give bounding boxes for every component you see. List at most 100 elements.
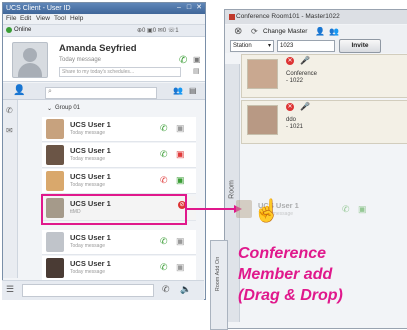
- device-icon[interactable]: ▣: [176, 123, 185, 134]
- add-panel-label: Room Add On: [215, 256, 221, 292]
- conference-title: Conference Room101 - Master1022: [236, 13, 340, 20]
- profile-note-input[interactable]: Share to my today's schedules...: [59, 67, 181, 77]
- bottom-toolbar: ☰ ✆ 🔈: [2, 280, 204, 300]
- contact-message: Today message: [70, 130, 106, 136]
- member-photo: [247, 59, 278, 89]
- phone-icon[interactable]: ✆: [160, 149, 168, 160]
- menu-tool[interactable]: Tool: [54, 15, 66, 22]
- phone-icon[interactable]: ✆: [160, 236, 168, 247]
- station-number-input[interactable]: 1023: [277, 40, 335, 52]
- volume-icon[interactable]: 🔈: [180, 284, 191, 295]
- users-icon[interactable]: 👥: [329, 27, 339, 36]
- list-item[interactable]: UCS User 1 Today message ✆ ▣: [42, 169, 196, 194]
- phone-icon[interactable]: ✆: [160, 262, 168, 273]
- profile-panel: Amanda Seyfried Today message Share to m…: [3, 37, 205, 82]
- search-input[interactable]: ⌕: [45, 87, 157, 99]
- calendar-icon[interactable]: ▤: [193, 67, 200, 75]
- station-select[interactable]: Station ▾: [230, 40, 274, 52]
- menu-help[interactable]: Help: [70, 15, 83, 22]
- phone-tab-icon[interactable]: ✆: [6, 106, 13, 115]
- menu-icon[interactable]: ☰: [6, 284, 14, 295]
- change-master-button[interactable]: Change Master: [263, 28, 307, 35]
- caption-line-1: Conference: [238, 245, 327, 262]
- avatar: [46, 258, 64, 278]
- chat-tab-icon[interactable]: ✉: [6, 126, 13, 135]
- member-name: Conference: [286, 71, 318, 77]
- conference-toolbar: ⊗ ⟳ Change Master 👤 👥: [225, 25, 407, 39]
- user-icon[interactable]: 👤: [315, 27, 325, 36]
- member-ext: - 1022: [286, 78, 304, 84]
- contact-message: Today message: [70, 269, 106, 275]
- invite-button[interactable]: Invite: [339, 39, 381, 53]
- status-row: Online ⊕0 ▣0 ✉0 ☏1: [3, 25, 205, 37]
- menu-bar: File Edit View Tool Help: [3, 14, 205, 25]
- client-title: UCS Client - User ID: [6, 5, 71, 12]
- mute-icon[interactable]: 🎤: [300, 102, 310, 111]
- contact-message: Today message: [70, 182, 106, 188]
- phone-icon[interactable]: ✆: [179, 55, 187, 66]
- contact-name: UCS User 1: [70, 172, 111, 181]
- list-item[interactable]: UCS User 1 Today message ✆ ▣: [42, 143, 196, 168]
- device-icon[interactable]: ▣: [176, 262, 185, 273]
- remove-member-icon[interactable]: ✕: [286, 103, 294, 111]
- member-card[interactable]: ✕ 🎤 ddo - 1021: [241, 100, 407, 144]
- avatar: [46, 145, 64, 165]
- avatar: [46, 232, 64, 252]
- call-icon[interactable]: ✆: [162, 284, 170, 295]
- caption-line-3: (Drag & Drop): [238, 287, 343, 304]
- chevron-down-icon: ⌄: [47, 106, 53, 112]
- member-ext: - 1021: [286, 124, 304, 130]
- member-card[interactable]: ✕ 🎤 Conference - 1022: [241, 54, 407, 98]
- search-icon: ⌕: [48, 88, 52, 95]
- mute-icon[interactable]: 🎤: [300, 56, 310, 65]
- contact-name: UCS User 1: [70, 120, 111, 129]
- remove-member-icon[interactable]: ✕: [286, 57, 294, 65]
- member-photo: [247, 105, 278, 135]
- phone-icon: ✆: [342, 204, 350, 214]
- member-name: ddo: [286, 117, 297, 123]
- station-bar: Station ▾ 1023 Invite: [225, 39, 407, 53]
- list-item[interactable]: UCS User 1 Today message ✆ ▣: [42, 230, 196, 255]
- avatar: [236, 200, 252, 218]
- left-rail: ✆ ✉: [3, 100, 18, 278]
- group-header[interactable]: ⌄ Group 01: [19, 103, 203, 113]
- contact-name: UCS User 1: [70, 146, 111, 155]
- maximize-icon[interactable]: □: [183, 4, 192, 12]
- device-icon[interactable]: ▣: [176, 236, 185, 247]
- list-item[interactable]: UCS User 1 Today message ✆ ▣: [42, 256, 196, 281]
- phone-icon[interactable]: ✆: [160, 123, 168, 134]
- room-add-on-panel[interactable]: Room Add On: [210, 240, 228, 330]
- menu-edit[interactable]: Edit: [20, 15, 31, 22]
- caption: Conference Member add (Drag & Drop): [238, 243, 406, 306]
- conference-app-icon: [229, 14, 235, 20]
- add-contact-icon[interactable]: 👥: [173, 86, 183, 95]
- profile-message: Today message: [59, 57, 102, 63]
- chevron-down-icon: ▾: [267, 43, 271, 49]
- close-icon[interactable]: ✕: [193, 4, 202, 12]
- stop-icon[interactable]: ⊗: [234, 26, 242, 37]
- tab-contacts[interactable]: 👤: [13, 85, 25, 96]
- dial-input[interactable]: [22, 284, 154, 297]
- contact-message: Today message: [70, 243, 106, 249]
- avatar: [46, 171, 64, 191]
- device-icon: ▣: [358, 204, 367, 214]
- profile-name: Amanda Seyfried: [59, 43, 137, 54]
- phone-busy-icon[interactable]: ✆: [160, 175, 168, 186]
- refresh-icon[interactable]: ⟳: [251, 27, 258, 36]
- drag-source-highlight: [41, 194, 187, 225]
- device-icon[interactable]: ▣: [193, 55, 201, 64]
- device-icon[interactable]: ▣: [176, 175, 185, 186]
- menu-file[interactable]: File: [6, 15, 16, 22]
- status-select[interactable]: Online: [14, 27, 31, 33]
- conference-title-bar[interactable]: Conference Room101 - Master1022: [225, 10, 407, 24]
- device-busy-icon[interactable]: ▣: [176, 149, 185, 160]
- menu-view[interactable]: View: [36, 15, 50, 22]
- minimize-icon[interactable]: –: [173, 4, 182, 12]
- avatar[interactable]: [12, 42, 48, 78]
- folder-icon[interactable]: ▤: [189, 86, 197, 95]
- group-name: Group 01: [55, 105, 81, 111]
- list-item[interactable]: UCS User 1 Today message ✆ ▣: [42, 117, 196, 142]
- client-title-bar[interactable]: UCS Client - User ID – □ ✕: [3, 3, 205, 14]
- notification-counters[interactable]: ⊕0 ▣0 ✉0 ☏1: [137, 27, 179, 34]
- contact-name: UCS User 1: [70, 259, 111, 268]
